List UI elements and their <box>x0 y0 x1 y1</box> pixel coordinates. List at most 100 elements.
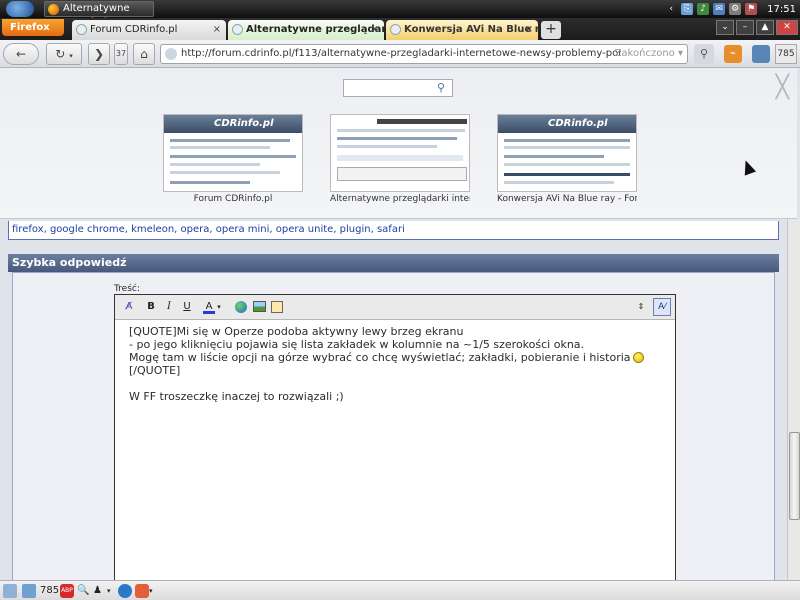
quote-icon <box>271 301 283 313</box>
search-icon[interactable]: ⚲ <box>694 44 714 64</box>
addon-icon[interactable] <box>3 584 17 598</box>
feed-reader-icon[interactable] <box>752 45 770 63</box>
message-text-end: [/QUOTE] W FF troszeczkę inaczej to rozw… <box>129 364 344 403</box>
tab-search-input[interactable]: ⚲ <box>343 79 453 97</box>
thumbnail-logo: CDRinfo.pl <box>548 118 608 129</box>
tab-thumbnail-alternatywne[interactable]: Alternatywne przeglądarki internet... <box>330 114 470 204</box>
firefox-menu-button[interactable]: Firefox <box>2 19 64 36</box>
favicon-icon <box>390 24 401 35</box>
close-icon[interactable]: ╳ <box>776 77 789 99</box>
message-textarea[interactable]: [QUOTE]Mi się w Operze podoba aktywny le… <box>129 325 649 403</box>
forward-button[interactable]: ❯ <box>88 43 110 65</box>
scrollbar-thumb[interactable] <box>789 432 800 520</box>
chevron-down-icon[interactable]: ▾ <box>107 584 111 598</box>
favicon-icon <box>232 24 243 35</box>
system-tray: ‹ ⎘ ♪ ✉ ⚙ ⚑ 17:51 <box>665 2 796 16</box>
tools-icon[interactable] <box>135 584 149 598</box>
tab-thumbnail-konwersja[interactable]: CDRinfo.pl Konwersja AVi Na Blue ray - F… <box>497 114 637 204</box>
content-label: Treść: <box>114 284 140 294</box>
resize-editor-icon[interactable]: ⇕ <box>633 299 649 315</box>
prev-icon[interactable]: ‹ <box>665 3 677 15</box>
page-content: firefox, google chrome, kmeleon, opera, … <box>0 219 787 594</box>
page-scrollbar[interactable] <box>787 219 800 580</box>
thumbnail-logo: CDRinfo.pl <box>214 118 274 129</box>
navigation-toolbar: ← ↻ ▾ ❯ 37 ⌂ http://forum.cdrinfo.pl/f11… <box>0 40 800 68</box>
search-icon[interactable]: 🔍 <box>77 584 89 598</box>
new-tab-button[interactable]: + <box>541 21 561 39</box>
message-text: [QUOTE]Mi się w Operze podoba aktywny le… <box>129 325 631 364</box>
os-taskbar: Alternatywne przegląd... ‹ ⎘ ♪ ✉ ⚙ ⚑ 17:… <box>0 0 800 28</box>
url-bar[interactable]: http://forum.cdrinfo.pl/f113/alternatywn… <box>160 44 688 64</box>
firefox-icon <box>48 4 59 15</box>
minimize-button[interactable]: – <box>736 20 754 35</box>
url-text[interactable]: http://forum.cdrinfo.pl/f113/alternatywn… <box>181 45 621 63</box>
thumbnail-caption: Alternatywne przeglądarki internet... <box>330 194 470 204</box>
message-editor[interactable]: A̸ B I U A ▾ ⇕ A⁄ [QUOTE]Mi się w Operze… <box>114 294 676 594</box>
home-button[interactable]: ⌂ <box>133 43 155 65</box>
favicon-icon <box>76 24 87 35</box>
tab-konwersja[interactable]: Konwersja AVi Na Blue ray ... × <box>386 20 538 40</box>
load-status-text: Zakończono <box>614 48 675 59</box>
url-dropdown-icon[interactable]: ▾ <box>678 48 683 59</box>
image-icon <box>252 301 266 312</box>
network-icon[interactable]: ⎘ <box>681 3 694 15</box>
tab-label: Alternatywne przeglądar... <box>246 24 384 35</box>
site-identity-icon[interactable] <box>165 48 177 60</box>
rss-icon[interactable]: ⌁ <box>724 45 742 63</box>
tab-close-icon[interactable]: × <box>525 20 533 39</box>
remove-format-icon[interactable]: A̸ <box>121 299 137 315</box>
search-icon[interactable]: ⚲ <box>437 81 449 94</box>
volume-icon[interactable]: ♪ <box>697 3 710 15</box>
editor-toolbar: A̸ B I U A ▾ ⇕ A⁄ <box>115 295 675 320</box>
switch-editor-mode-button[interactable]: A⁄ <box>653 298 671 316</box>
text-color-dropdown-icon[interactable]: ▾ <box>215 299 223 315</box>
back-button[interactable]: ← <box>3 43 39 65</box>
insert-image-button[interactable] <box>251 299 267 315</box>
underline-button[interactable]: U <box>179 299 195 315</box>
taskbar-window-item[interactable]: Alternatywne przegląd... <box>44 1 154 28</box>
thumbnail-caption: Forum CDRinfo.pl <box>193 194 273 204</box>
italic-button[interactable]: I <box>161 299 177 315</box>
tab-bar: Firefox Forum CDRinfo.pl × Alternatywne … <box>0 18 800 40</box>
antivirus-icon[interactable]: ⚙ <box>729 3 742 15</box>
maximize-button[interactable]: ▲ <box>756 20 774 35</box>
globe-icon <box>235 301 247 313</box>
quick-reply-header[interactable]: Szybka odpowiedź <box>8 254 779 272</box>
skype-icon[interactable] <box>118 584 132 598</box>
clock: 17:51 <box>767 3 796 15</box>
feed-icon[interactable] <box>22 584 36 598</box>
history-count-button[interactable]: 37 <box>114 43 128 65</box>
list-all-tabs-button[interactable]: ⌄ <box>716 20 734 35</box>
start-button[interactable] <box>6 1 34 17</box>
load-status: Zakończono ▾ <box>615 45 683 63</box>
tags-list[interactable]: firefox, google chrome, kmeleon, opera, … <box>8 221 779 240</box>
tab-forum-cdrinfo[interactable]: Forum CDRinfo.pl × <box>72 20 226 40</box>
thumbnail-image: CDRinfo.pl <box>497 114 637 192</box>
tab-label: Konwersja AVi Na Blue ray ... <box>404 24 538 35</box>
close-window-button[interactable]: ✕ <box>776 20 798 35</box>
reload-button[interactable]: ↻ ▾ <box>46 43 82 65</box>
quick-reply-body: Treść: A̸ B I U A ▾ ⇕ A⁄ [QUOTE]Mi się w… <box>12 272 775 594</box>
tab-label: Forum CDRinfo.pl <box>90 24 178 35</box>
status-counter: 785 <box>40 585 60 596</box>
tab-close-icon[interactable]: × <box>371 20 379 39</box>
counter-badge[interactable]: 785 <box>775 44 797 64</box>
thumbnail-image: CDRinfo.pl <box>163 114 303 192</box>
flag-icon[interactable]: ⚑ <box>745 3 758 15</box>
tab-alternatywne[interactable]: Alternatywne przeglądar... × <box>228 20 384 40</box>
insert-quote-button[interactable] <box>269 299 285 315</box>
tab-preview-panel: ⚲ ╳ CDRinfo.pl Forum CDRinfo.pl Alternat… <box>0 68 797 219</box>
tab-thumbnail-forum[interactable]: CDRinfo.pl Forum CDRinfo.pl <box>163 114 303 204</box>
thumbnail-caption: Konwersja AVi Na Blue ray - Forum ... <box>497 194 637 204</box>
thumbnail-image <box>330 114 470 192</box>
window-controls: ⌄ – ▲ ✕ <box>716 20 798 35</box>
messenger-icon[interactable]: ✉ <box>713 3 726 15</box>
reload-dropdown-icon[interactable]: ▾ <box>69 52 73 60</box>
chevron-down-icon[interactable]: ▾ <box>149 584 153 598</box>
insert-link-button[interactable] <box>233 299 249 315</box>
bold-button[interactable]: B <box>143 299 159 315</box>
person-icon[interactable]: ♟ <box>93 584 105 598</box>
status-bar: 785 ABP 🔍 ♟ ▾ ▾ <box>0 580 800 600</box>
tab-close-icon[interactable]: × <box>213 20 221 39</box>
adblock-icon[interactable]: ABP <box>60 584 74 598</box>
